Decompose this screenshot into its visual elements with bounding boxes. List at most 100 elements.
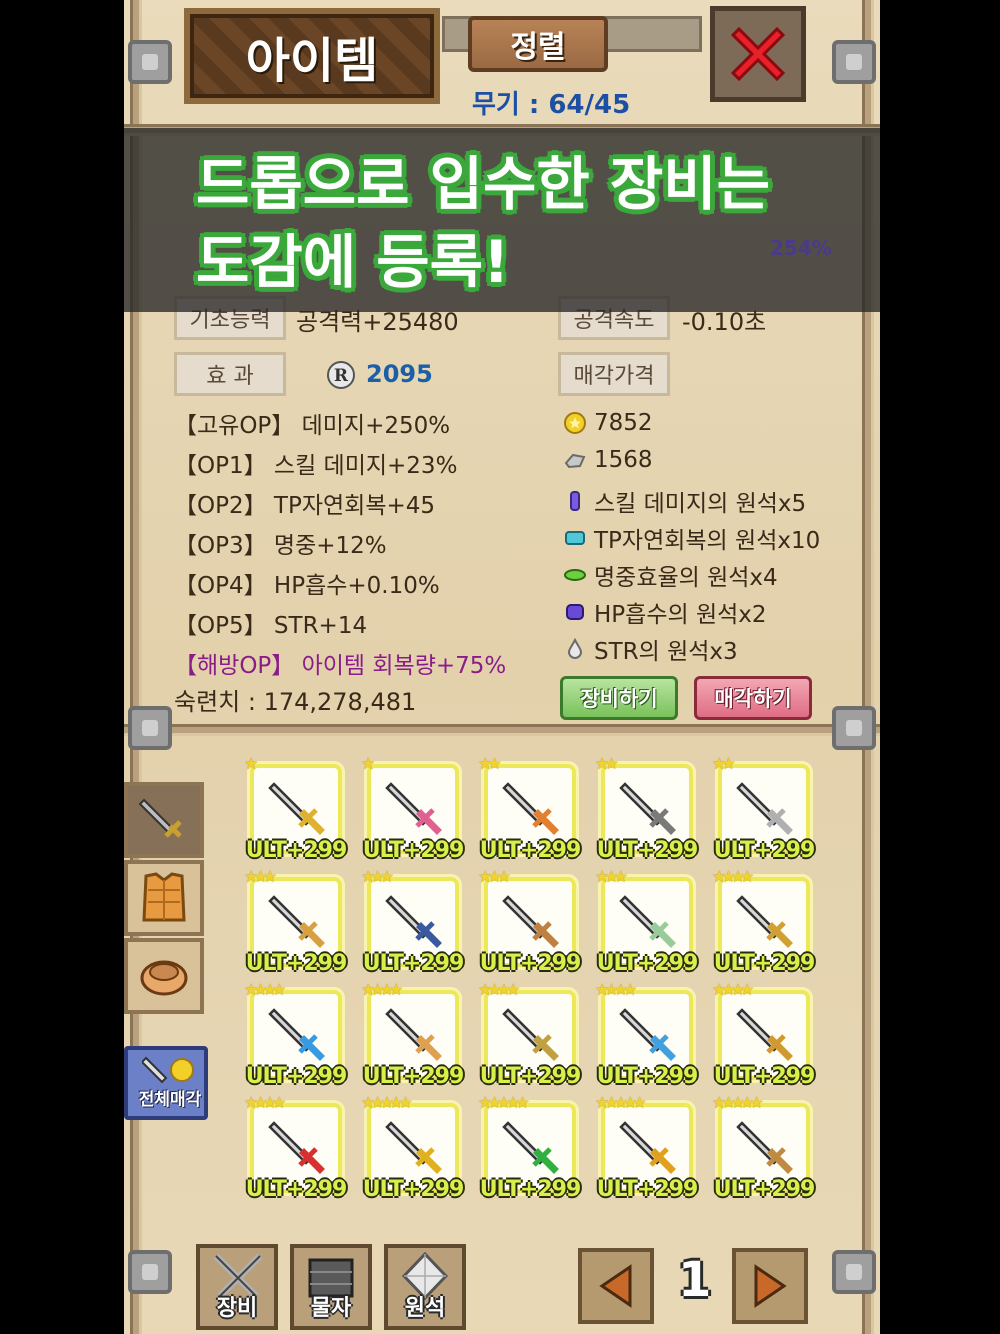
item-slot[interactable]: ★★★★ ULT+299 (595, 980, 699, 1089)
rank-r-icon: R (327, 361, 355, 389)
sword-icon (619, 1121, 676, 1174)
sell-gem-tp: TP자연회복의 원석x10 (564, 521, 820, 555)
item-stars: ★★★★★ (712, 1093, 764, 1112)
option-1: 【OP1】 스킬 데미지+23% (174, 453, 458, 479)
gold-coin-icon (564, 412, 586, 434)
option-5: 【OP5】 STR+14 (174, 613, 368, 639)
item-stars: ★ (244, 754, 259, 773)
title-plaque: 아이템 (184, 8, 440, 104)
equip-button[interactable]: 장비하기 (560, 676, 678, 720)
sell-gem-str: STR의 원석x3 (564, 632, 738, 666)
item-slot[interactable]: ★★★ ULT+299 (244, 867, 348, 976)
arrow-right-icon (754, 1264, 787, 1308)
sword-icon (736, 1121, 793, 1174)
mastery-value: 숙련치 : 174,278,481 (174, 688, 417, 716)
sword-icon (268, 1008, 325, 1061)
item-slot[interactable]: ★★★★★ ULT+299 (478, 1093, 582, 1202)
sword-icon (385, 1008, 442, 1061)
item-stars: ★★★★ (478, 980, 520, 999)
item-stars: ★★★ (361, 867, 394, 886)
sword-icon (502, 895, 559, 948)
item-slot[interactable]: ★★ ULT+299 (478, 754, 582, 863)
sword-icon (385, 782, 442, 835)
effect-value: 2095 (366, 360, 433, 388)
bottom-tab-materials[interactable]: 물자 (290, 1244, 372, 1330)
item-level: ULT+299 (245, 951, 348, 976)
sell-all-button[interactable]: 전체매각 (124, 1046, 208, 1120)
item-stars: ★★ (595, 754, 619, 773)
next-page-button[interactable] (732, 1248, 808, 1324)
item-slot[interactable]: ★★★★ ULT+299 (361, 980, 465, 1089)
item-level: ULT+299 (245, 1177, 348, 1202)
item-level: ULT+299 (713, 838, 816, 863)
item-stars: ★★★★ (244, 980, 286, 999)
arrow-left-icon (599, 1264, 632, 1308)
item-level: ULT+299 (362, 1177, 465, 1202)
item-slot[interactable]: ★★★ ULT+299 (361, 867, 465, 976)
tab-accessory[interactable] (124, 938, 204, 1014)
option-3: 【OP3】 명중+12% (174, 533, 387, 559)
close-icon (730, 26, 786, 82)
item-slot[interactable]: ★★★★ ULT+299 (712, 867, 816, 976)
item-slot[interactable]: ★★ ULT+299 (595, 754, 699, 863)
item-slot[interactable]: ★★ ULT+299 (712, 754, 816, 863)
sword-icon (502, 1008, 559, 1061)
item-slot[interactable]: ★★★★★ ULT+299 (361, 1093, 465, 1202)
item-stars: ★★ (712, 754, 736, 773)
item-slot[interactable]: ★★★★★ ULT+299 (595, 1093, 699, 1202)
sword-icon (502, 782, 559, 835)
silver-ore-icon (564, 453, 586, 469)
option-unique: 【고유OP】 데미지+250% (174, 413, 451, 439)
item-stars: ★ (361, 754, 376, 773)
item-grid: ★ ULT+299 ★ ULT+299 ★★ ULT+299 ★★ ULT+299 ★★ ULT+… (244, 754, 824, 1210)
bottom-tab-equipment[interactable]: 장비 (196, 1244, 278, 1330)
violet-crystal-icon (566, 604, 584, 620)
drop-crystal-icon (567, 638, 583, 659)
green-crystal-icon (564, 569, 586, 581)
item-level: ULT+299 (596, 1064, 699, 1089)
item-level: ULT+299 (245, 1064, 348, 1089)
page-number: 1 (678, 1252, 712, 1308)
item-slot[interactable]: ★ ULT+299 (361, 754, 465, 863)
item-level: ULT+299 (362, 1064, 465, 1089)
item-slot[interactable]: ★★★★★ ULT+299 (712, 1093, 816, 1202)
item-slot[interactable]: ★★★ ULT+299 (595, 867, 699, 976)
sell-gem-hp: HP흡수의 원석x2 (564, 595, 767, 629)
svg-text:R: R (334, 366, 349, 386)
tutorial-line-1: 드롭으로 입수한 장비는 (196, 150, 770, 218)
sword-icon (385, 1121, 442, 1174)
close-button[interactable] (710, 6, 806, 102)
item-slot[interactable]: ★★★ ULT+299 (478, 867, 582, 976)
belt-icon (140, 960, 188, 996)
item-slot[interactable]: ★ ULT+299 (244, 754, 348, 863)
sword-icon (268, 895, 325, 948)
sword-icon (619, 1008, 676, 1061)
prev-page-button[interactable] (578, 1248, 654, 1324)
item-slot[interactable]: ★★★★ ULT+299 (712, 980, 816, 1089)
item-level: ULT+299 (713, 1064, 816, 1089)
sword-icon (736, 1008, 793, 1061)
item-stars: ★★★★ (712, 980, 754, 999)
purple-crystal-icon (570, 491, 580, 511)
tab-armor[interactable] (124, 860, 204, 936)
item-level: ULT+299 (362, 838, 465, 863)
tab-weapon[interactable] (124, 782, 204, 858)
sell-gold: 7852 (564, 410, 653, 436)
sort-button[interactable]: 정렬 (468, 16, 608, 72)
sell-price-label: 매각가격 (558, 352, 670, 396)
item-stars: ★★★★★ (361, 1093, 413, 1112)
cyan-crystal-icon (565, 531, 585, 545)
item-slot[interactable]: ★★★★ ULT+299 (244, 980, 348, 1089)
option-4: 【OP4】 HP흡수+0.10% (174, 573, 440, 599)
sword-icon (619, 782, 676, 835)
item-stars: ★★ (478, 754, 502, 773)
sword-icon (268, 1121, 325, 1174)
sword-icon (736, 782, 793, 835)
sword-icon (619, 895, 676, 948)
item-slot[interactable]: ★★★★ ULT+299 (478, 980, 582, 1089)
item-level: ULT+299 (479, 838, 582, 863)
bottom-tab-gems[interactable]: 원석 (384, 1244, 466, 1330)
item-slot[interactable]: ★★★★ ULT+299 (244, 1093, 348, 1202)
item-level: ULT+299 (479, 951, 582, 976)
sell-button[interactable]: 매각하기 (694, 676, 812, 720)
